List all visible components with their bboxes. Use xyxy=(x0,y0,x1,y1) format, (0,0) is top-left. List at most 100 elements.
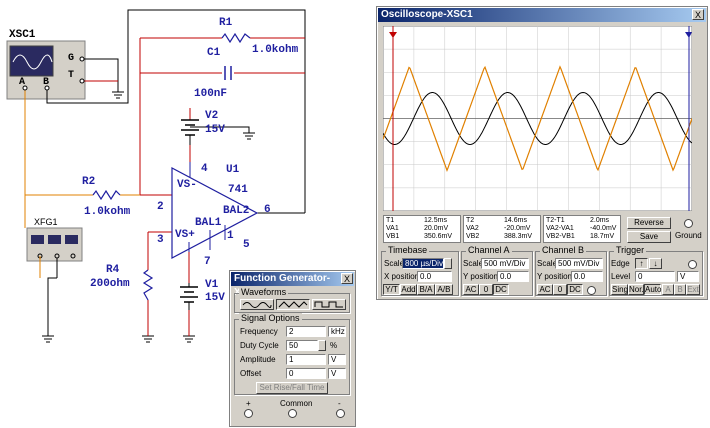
function-generator-close-button[interactable]: X xyxy=(341,273,353,284)
frequency-field[interactable]: 2 xyxy=(286,326,326,337)
readout-diff: T2-T1 VA2-VA1 VB2-VB1 2.0ms -40.0mV 18.7… xyxy=(543,215,621,243)
channel-a-ac-button[interactable]: AC xyxy=(463,284,479,295)
channel-a-zero-button[interactable]: 0 xyxy=(479,284,493,295)
readout-diff-vb-label: VB2-VB1 xyxy=(546,233,575,240)
timebase-title: Timebase xyxy=(386,245,430,255)
signal-options-title: Signal Options xyxy=(239,313,302,323)
reverse-button[interactable]: Reverse xyxy=(627,217,671,229)
xsc1-b-label: B xyxy=(43,77,50,88)
frequency-unit[interactable]: kHz xyxy=(328,326,346,337)
trigger-level-field[interactable]: 0 xyxy=(635,271,675,282)
r1-symbol[interactable] xyxy=(221,32,251,44)
common-terminal-label: Common xyxy=(280,399,313,408)
readout-t2-time: 14.6ms xyxy=(504,217,527,224)
duty-cycle-unit: % xyxy=(330,341,338,350)
r4-symbol[interactable] xyxy=(142,269,154,301)
channel-a-scale-field[interactable]: 500 mV/Div xyxy=(481,258,529,269)
trigger-single-button[interactable]: Sing. xyxy=(611,284,630,295)
fg-common-terminal-icon[interactable] xyxy=(288,409,297,418)
channel-a-dc-button[interactable]: DC xyxy=(493,284,509,295)
r2-symbol[interactable] xyxy=(92,189,121,201)
v2-label: V2 xyxy=(205,110,219,122)
function-generator-titlebar[interactable]: Function Generator-XFG1 xyxy=(231,272,354,298)
channel-a-title: Channel A xyxy=(466,245,512,255)
xfg1-label: XFG1 xyxy=(34,217,58,227)
timebase-scale-field[interactable]: 800 µs/Div xyxy=(402,258,444,269)
amplitude-unit[interactable]: V xyxy=(328,354,346,365)
xsc1-terminal-g[interactable] xyxy=(79,56,85,62)
fg-plus-terminal-icon[interactable] xyxy=(244,409,253,418)
trigger-falling-edge-icon[interactable]: ↓ xyxy=(649,258,662,269)
v2-value: 15V xyxy=(205,124,225,136)
bal2-label: BAL2 xyxy=(223,205,250,217)
triangle-wave-button[interactable] xyxy=(276,299,310,310)
readout-diff-va-label: VA2-VA1 xyxy=(546,225,574,232)
readout-t1: T1 VA1 VB1 12.5ms 20.0mV 350.6mV xyxy=(383,215,461,243)
channel-b-ac-button[interactable]: AC xyxy=(537,284,553,295)
channel-b-ypos-label: Y position xyxy=(537,272,572,281)
timebase-scale-label: Scale xyxy=(384,259,405,268)
r1-label: R1 xyxy=(219,17,233,29)
ground-terminal-icon[interactable] xyxy=(684,219,693,228)
square-wave-icon xyxy=(314,301,343,308)
r2-value: 1.0kohm xyxy=(84,206,131,218)
save-button[interactable]: Save xyxy=(627,231,671,243)
waveforms-title: Waveforms xyxy=(239,287,289,297)
c1-symbol[interactable] xyxy=(224,66,232,80)
v1-value: 15V xyxy=(205,292,225,304)
xsc1-terminal-t[interactable] xyxy=(79,78,85,84)
offset-field[interactable]: 0 xyxy=(286,368,326,379)
square-wave-button[interactable] xyxy=(312,299,346,310)
trigger-rising-edge-icon[interactable]: ↑ xyxy=(635,258,648,269)
trigger-ext-button[interactable]: Ext xyxy=(686,284,700,295)
timebase-xpos-field[interactable]: 0.0 xyxy=(417,271,452,282)
u1-part-label: 741 xyxy=(228,184,248,196)
vs-plus-label: VS+ xyxy=(175,229,195,241)
readout-t2-va: -20.0mV xyxy=(504,225,531,232)
mode-add-button[interactable]: Add xyxy=(400,284,417,295)
channel-b-zero-button[interactable]: 0 xyxy=(553,284,567,295)
duty-cycle-field[interactable]: 50 xyxy=(286,340,318,351)
trigger-level-label: Level xyxy=(611,272,631,281)
fg-minus-terminal-icon[interactable] xyxy=(336,409,345,418)
u1-label: U1 xyxy=(226,164,240,176)
mode-yt-button[interactable]: Y/T xyxy=(383,284,400,295)
trigger-a-button[interactable]: A xyxy=(662,284,674,295)
trigger-title: Trigger xyxy=(614,245,647,255)
set-rise-fall-time-button[interactable]: Set Rise/Fall Time xyxy=(256,382,328,394)
channel-b-ground-icon[interactable] xyxy=(587,286,596,295)
timebase-xpos-label: X position xyxy=(384,272,420,281)
v1-battery-symbol[interactable] xyxy=(180,286,198,303)
trigger-b-button[interactable]: B xyxy=(674,284,686,295)
xfg1-triangle-icon xyxy=(48,235,61,244)
channel-b-ypos-field[interactable]: 0.0 xyxy=(571,271,603,282)
ground-label: Ground xyxy=(675,231,702,240)
duty-cycle-spinner[interactable] xyxy=(318,340,326,351)
trigger-auto-button[interactable]: Auto xyxy=(644,284,661,295)
channel-b-scale-field[interactable]: 500 mV/Div xyxy=(555,258,603,269)
channel-b-dc-button[interactable]: DC xyxy=(567,284,583,295)
trigger-normal-button[interactable]: Nor. xyxy=(628,284,644,295)
trigger-level-unit[interactable]: V xyxy=(677,271,699,282)
readout-t1-vb-label: VB1 xyxy=(386,233,400,240)
mode-ba-button[interactable]: B/A xyxy=(417,284,435,295)
pin4-label: 4 xyxy=(201,163,208,175)
channel-a-ypos-field[interactable]: 0.0 xyxy=(497,271,529,282)
bal1-label: BAL1 xyxy=(195,217,222,229)
sine-wave-button[interactable] xyxy=(240,299,274,310)
amplitude-field[interactable]: 1 xyxy=(286,354,326,365)
readout-diff-label: T2-T1 xyxy=(546,217,565,224)
timebase-scale-spinner[interactable] xyxy=(444,258,452,269)
function-generator-window: Function Generator-XFG1 X Waveforms Sign… xyxy=(229,270,356,427)
oscilloscope-close-button[interactable]: X xyxy=(692,9,704,20)
trigger-ext-terminal-icon[interactable] xyxy=(688,260,697,269)
trigger-edge-label: Edge xyxy=(611,259,630,268)
mode-ab-button[interactable]: A/B xyxy=(435,284,453,295)
xfg1-sine-icon xyxy=(31,235,44,244)
offset-unit[interactable]: V xyxy=(328,368,346,379)
xfg1-square-icon xyxy=(65,235,78,244)
oscilloscope-titlebar[interactable]: Oscilloscope-XSC1 xyxy=(378,8,706,22)
readout-t1-label: T1 xyxy=(386,217,395,224)
xfg1-body[interactable] xyxy=(26,227,83,262)
readout-t2-vb: 388.3mV xyxy=(504,233,533,240)
